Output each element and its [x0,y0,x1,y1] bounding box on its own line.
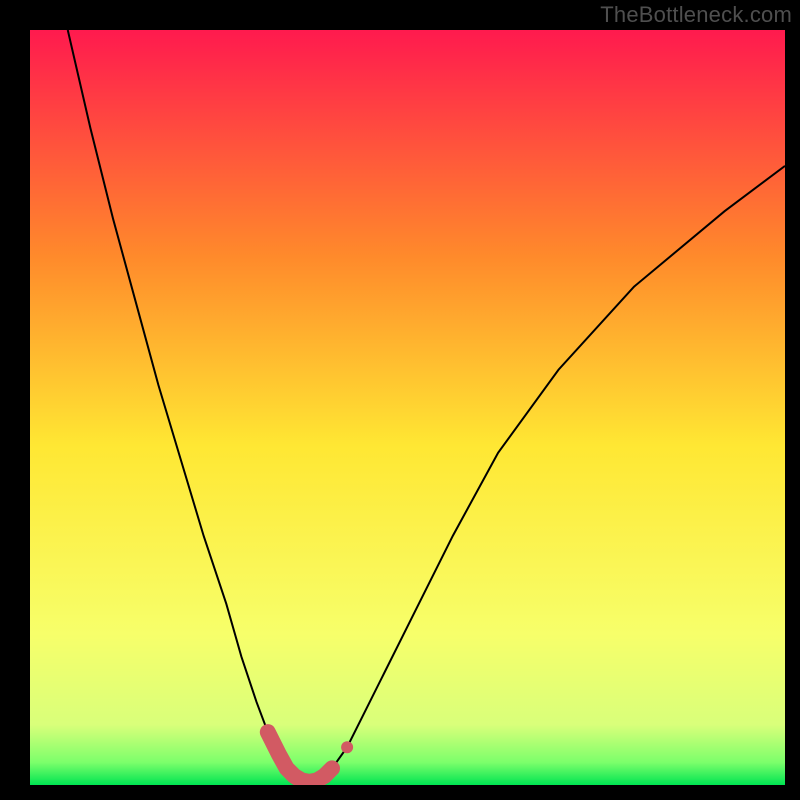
chart-svg [30,30,785,785]
optimal-range-end-dot [341,741,353,753]
watermark-text: TheBottleneck.com [600,2,792,28]
gradient-background [30,30,785,785]
plot-area [30,30,785,785]
chart-frame: TheBottleneck.com [0,0,800,800]
